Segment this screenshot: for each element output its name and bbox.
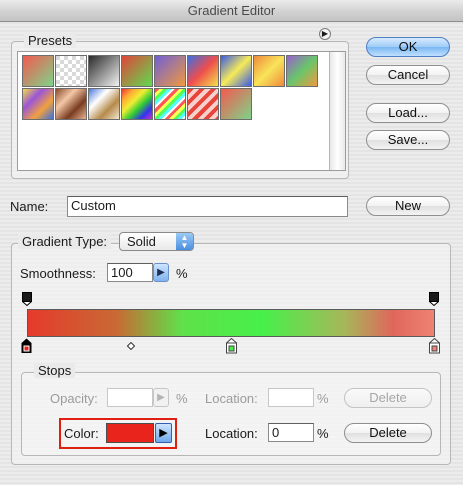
opacity-stop-left[interactable] [21,292,33,307]
preset-swatch-foreground-to-transparent[interactable] [55,55,87,87]
stops-label: Stops [34,363,76,378]
window-title: Gradient Editor [187,3,276,18]
preset-swatch-red-green-custom[interactable] [220,88,252,120]
new-button[interactable]: New [366,196,450,216]
preset-swatch-foreground-to-background[interactable] [22,55,54,87]
preset-swatch-blue-yellow-blue[interactable] [220,55,252,87]
presets-label: Presets [24,33,77,48]
gradient-type-value: Solid [127,234,156,249]
preset-swatch-black-white[interactable] [88,55,120,87]
ok-button[interactable]: OK [366,37,450,57]
color-stop-middle[interactable] [225,337,238,354]
preset-swatch-transparent-stripes[interactable] [187,88,219,120]
save-button[interactable]: Save... [366,130,450,150]
preset-swatch-blue-red-yellow[interactable] [187,55,219,87]
opacity-label: Opacity: [50,391,98,406]
midpoint-diamond[interactable] [126,338,136,351]
name-field[interactable]: Custom [67,196,348,217]
select-arrows-icon: ▲ ▼ [176,233,193,250]
opacity-popup-button[interactable]: ▶ [153,388,169,407]
presets-scrollbar[interactable] [329,52,345,170]
color-stop-left-selected[interactable] [21,338,32,354]
name-label: Name: [10,199,49,214]
preset-swatch-yellow-violet-orange-blue[interactable] [22,88,54,120]
opacity-unit: % [176,391,188,406]
opacity-location-unit: % [317,391,329,406]
preset-swatch-violet-green-orange[interactable] [286,55,318,87]
preset-swatch-violet-orange[interactable] [154,55,186,87]
color-swatch[interactable] [106,423,154,443]
preset-swatch-copper[interactable] [55,88,87,120]
color-location-field[interactable]: 0 [268,423,314,442]
presets-menu-icon[interactable]: ▶ [319,28,331,40]
color-popup-button[interactable]: ▶ [155,423,172,443]
preset-swatch-orange-yellow-orange[interactable] [253,55,285,87]
color-label: Color: [64,426,99,441]
preset-swatch-chrome[interactable] [88,88,120,120]
window-titlebar: Gradient Editor [0,0,463,22]
smoothness-label: Smoothness: [20,266,96,281]
smoothness-unit: % [176,266,188,281]
opacity-location-label: Location: [205,391,258,406]
gradient-type-label: Gradient Type: [18,234,112,249]
opacity-stop-right[interactable] [428,292,440,307]
opacity-field[interactable] [107,388,153,407]
color-location-label: Location: [205,426,258,441]
presets-list [17,51,346,171]
preset-swatch-red-green[interactable] [121,55,153,87]
opacity-location-field[interactable] [268,388,314,407]
color-delete-button[interactable]: Delete [344,423,432,443]
smoothness-popup-button[interactable]: ▶ [153,263,169,282]
gradient-type-select[interactable]: Solid ▲ ▼ [119,232,194,251]
color-stop-right[interactable] [428,337,441,354]
cancel-button[interactable]: Cancel [366,65,450,85]
smoothness-field[interactable]: 100 [107,263,153,282]
load-button[interactable]: Load... [366,103,450,123]
opacity-delete-button[interactable]: Delete [344,388,432,408]
preset-swatch-spectrum[interactable] [121,88,153,120]
gradient-bar[interactable] [27,309,435,337]
preset-swatch-transparent-rainbow[interactable] [154,88,186,120]
color-location-unit: % [317,426,329,441]
